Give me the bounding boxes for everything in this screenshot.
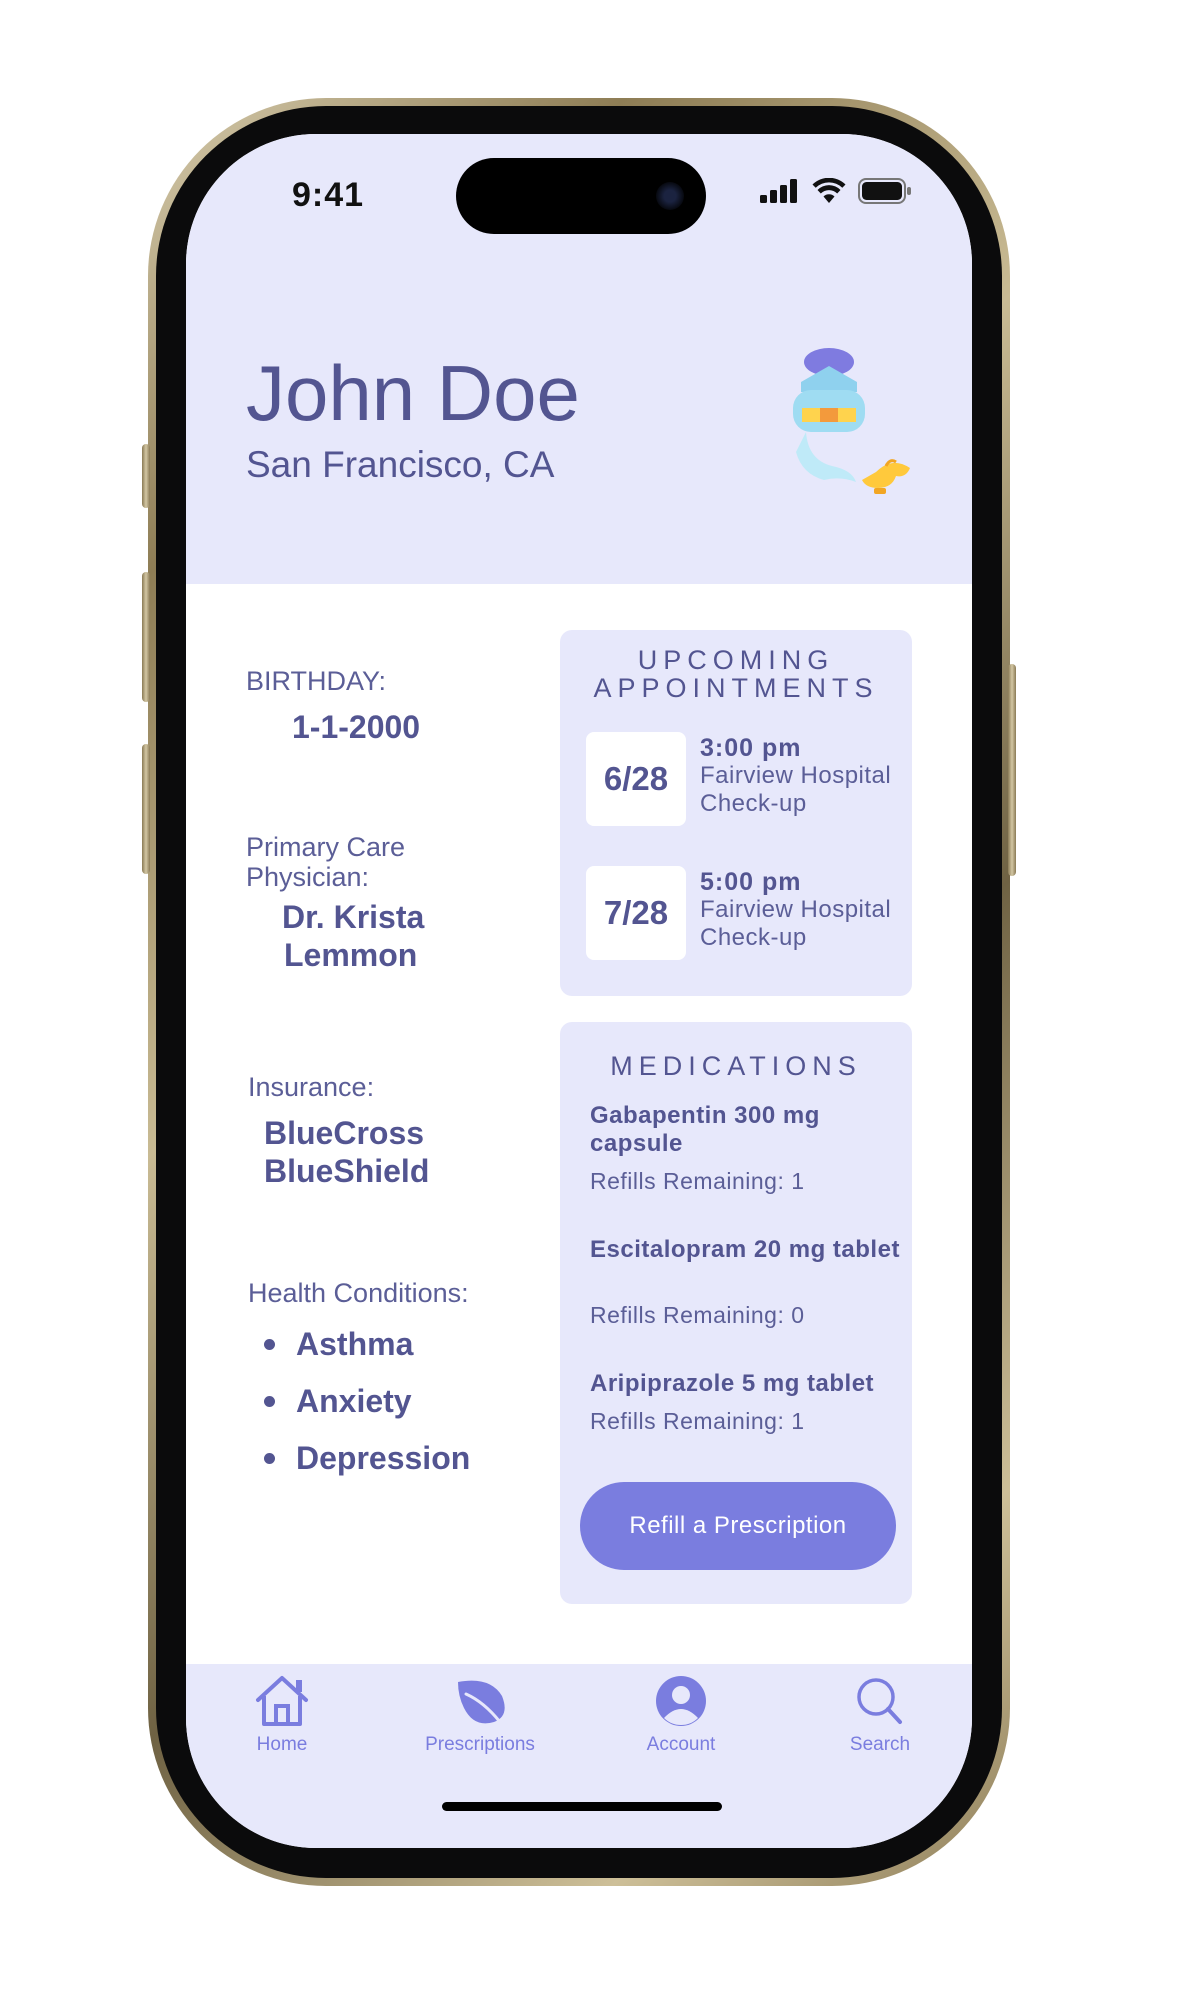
medication-name: Aripiprazole 5 mg tablet: [590, 1370, 875, 1397]
condition-item: Asthma: [264, 1316, 470, 1373]
appointment-type: Check-up: [700, 790, 807, 817]
condition-label: Anxiety: [296, 1383, 412, 1419]
condition-item: Depression: [264, 1430, 470, 1487]
leaf-icon: [458, 1680, 505, 1724]
volume-down-button: [142, 744, 150, 874]
medication-name: Escitalopram 20 mg tablet: [590, 1236, 900, 1263]
status-icons: [760, 178, 912, 204]
tab-label: Prescriptions: [425, 1734, 535, 1755]
home-icon: [256, 1676, 308, 1726]
tab-prescriptions[interactable]: Prescriptions: [400, 1674, 560, 1756]
account-icon: [656, 1676, 706, 1726]
wifi-icon: [812, 178, 846, 203]
tab-label: Home: [256, 1734, 308, 1755]
appointment-place: Fairview Hospital: [700, 762, 892, 789]
medication-refills: Refills Remaining: 0: [590, 1302, 805, 1328]
tab-home[interactable]: Home: [202, 1674, 362, 1756]
volume-up-button: [142, 572, 150, 702]
status-time: 9:41: [292, 176, 365, 214]
appointment-date: 6/28: [586, 732, 686, 826]
medications-card: MEDICATIONS Gabapentin 300 mg capsule Re…: [560, 1022, 912, 1604]
medication-name: Gabapentin 300 mg capsule: [590, 1102, 820, 1157]
tab-label: Search: [849, 1734, 911, 1755]
medication-refills: Refills Remaining: 1: [590, 1408, 805, 1434]
tab-label: Account: [646, 1734, 716, 1755]
bullet-icon: [264, 1453, 275, 1464]
insurance-line1: BlueCross: [264, 1115, 425, 1151]
dynamic-island: [456, 158, 706, 234]
power-button: [1008, 664, 1016, 876]
signal-icon: [760, 179, 797, 203]
pcp-name-line2: Lemmon: [284, 937, 418, 973]
insurance-label: Insurance:: [248, 1072, 375, 1102]
phone-screen: 9:41 John Doe San Francisco, CA BIRTHDAY…: [186, 134, 972, 1848]
health-conditions-list: Asthma Anxiety Depression: [264, 1316, 470, 1487]
appointments-title-line2: APPOINTMENTS: [593, 673, 879, 703]
appointment-place: Fairview Hospital: [700, 896, 892, 923]
appointment-time: 5:00 pm: [700, 868, 802, 896]
birthday-value: 1-1-2000: [292, 709, 421, 745]
pcp-label-line1: Primary Care: [246, 832, 406, 862]
condition-label: Depression: [296, 1440, 471, 1476]
bottom-tab-bar: Home Prescriptions Account Search: [186, 1664, 972, 1848]
insurance-line2: BlueShield: [264, 1153, 430, 1189]
medication-refills: Refills Remaining: 1: [590, 1168, 805, 1194]
bullet-icon: [264, 1339, 275, 1350]
user-name: John Doe: [246, 349, 580, 437]
search-icon: [857, 1678, 902, 1724]
home-indicator[interactable]: [442, 1802, 722, 1811]
action-button: [142, 444, 150, 508]
tab-account[interactable]: Account: [601, 1674, 761, 1756]
refill-prescription-button[interactable]: Refill a Prescription: [580, 1482, 896, 1570]
condition-label: Asthma: [296, 1326, 414, 1362]
pcp-name-line1: Dr. Krista: [282, 899, 425, 935]
appointments-card: UPCOMING APPOINTMENTS 6/28 3:00 pm Fairv…: [560, 630, 912, 996]
medications-title: MEDICATIONS: [610, 1051, 862, 1081]
pcp-label-line2: Physician:: [246, 862, 370, 892]
bullet-icon: [264, 1396, 275, 1407]
birthday-label: BIRTHDAY:: [246, 666, 387, 696]
condition-item: Anxiety: [264, 1373, 470, 1430]
health-conditions-label: Health Conditions:: [248, 1278, 469, 1308]
profile-header: 9:41 John Doe San Francisco, CA: [186, 134, 972, 584]
appointment-time: 3:00 pm: [700, 734, 802, 762]
camera-icon: [656, 182, 684, 210]
appointment-type: Check-up: [700, 924, 807, 951]
user-location: San Francisco, CA: [246, 444, 555, 485]
appointments-title-line1: UPCOMING: [637, 645, 835, 675]
appointment-date: 7/28: [586, 866, 686, 960]
battery-icon: [858, 178, 911, 204]
tab-search[interactable]: Search: [800, 1674, 960, 1756]
genie-logo-icon: [793, 348, 910, 494]
